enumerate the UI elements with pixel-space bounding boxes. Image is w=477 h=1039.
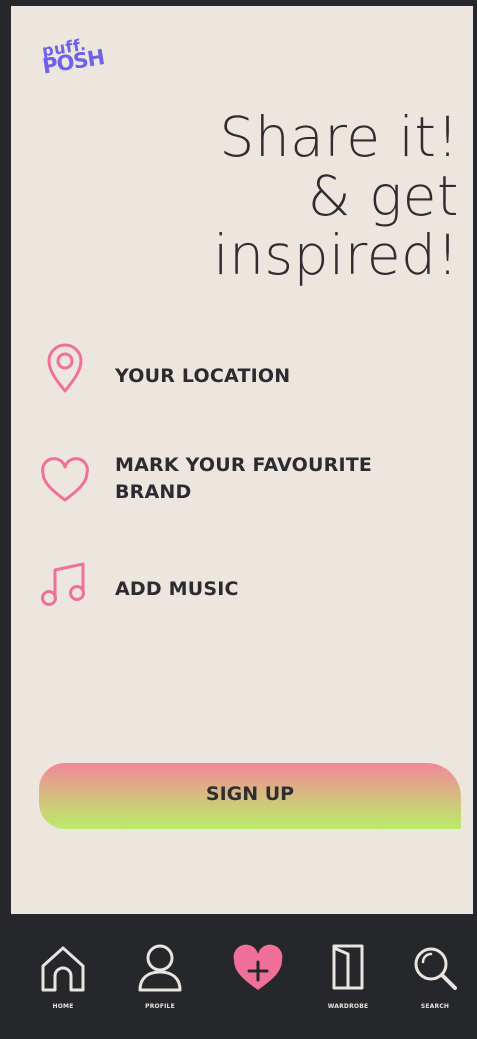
main-screen: puff. POSH Share it! & get inspired! YOU… [11, 6, 473, 914]
nav-home-label: HOME [52, 1003, 74, 1010]
profile-icon [138, 944, 182, 992]
heart-icon [41, 457, 89, 502]
nav-wardrobe[interactable]: WARDROBE [313, 942, 383, 1032]
nav-profile-label: PROFILE [145, 1003, 175, 1010]
music-note-icon [41, 562, 85, 606]
search-icon [414, 947, 457, 990]
brand-logo: puff. POSH [39, 31, 126, 93]
feature-location-label: YOUR LOCATION [115, 365, 291, 387]
location-pin-icon [47, 343, 83, 393]
page-headline: Share it! & get inspired! [129, 108, 459, 285]
sign-up-label: SIGN UP [205, 783, 295, 805]
headline-line2: & get [307, 164, 459, 228]
nav-profile[interactable]: PROFILE [125, 942, 195, 1032]
nav-wardrobe-label: WARDROBE [327, 1003, 369, 1010]
feature-music-label: ADD MUSIC [115, 578, 239, 600]
add-heart-icon [233, 944, 283, 990]
headline-line1: Share it! [219, 105, 459, 169]
nav-add-post[interactable] [223, 942, 293, 1032]
nav-search[interactable]: SEARCH [400, 942, 470, 1032]
nav-search-label: SEARCH [420, 1003, 450, 1010]
wardrobe-icon [332, 944, 364, 990]
app-frame: puff. POSH Share it! & get inspired! YOU… [0, 0, 477, 1039]
feature-favourite-brand-label: MARK YOUR FAVOURITE BRAND [115, 454, 373, 503]
nav-home[interactable]: HOME [28, 942, 98, 1032]
headline-line3: inspired! [213, 223, 459, 287]
sign-up-button[interactable]: SIGN UP [39, 763, 461, 829]
bottom-nav: HOME PROFILE WARDROBE SEARCH [0, 914, 477, 1039]
home-icon [41, 946, 85, 992]
